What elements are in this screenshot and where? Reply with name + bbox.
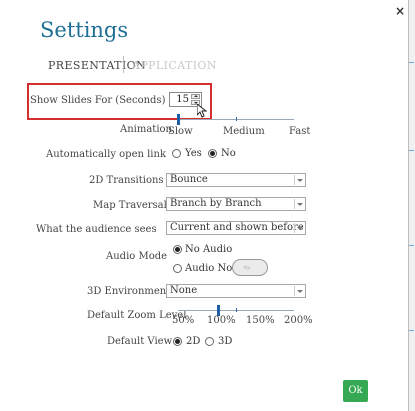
stepper-up-button[interactable] <box>191 94 200 99</box>
ok-button[interactable]: Ok <box>343 380 368 402</box>
mouse-cursor-icon <box>197 104 207 118</box>
audio-notes-toggle[interactable]: ✎ <box>232 259 268 276</box>
close-icon[interactable]: × <box>395 4 405 18</box>
map-traversal-label: Map Traversal <box>93 200 167 211</box>
frame-divider <box>409 245 414 246</box>
chevron-down-icon <box>294 286 304 296</box>
show-slides-label: Show Slides For (Seconds) <box>30 95 166 106</box>
audience-sees-select[interactable]: Current and shown before <box>166 221 306 235</box>
view-2d-radio[interactable] <box>173 337 182 346</box>
tab-divider <box>123 56 124 73</box>
animation-slider-tick <box>236 117 237 121</box>
transitions-2d-label: 2D Transitions <box>89 175 164 186</box>
animation-medium-label: Medium <box>223 126 265 137</box>
map-traversal-value: Branch by Branch <box>170 198 262 209</box>
transitions-2d-select[interactable]: Bounce <box>166 173 306 187</box>
animation-fast-label: Fast <box>289 126 311 137</box>
view-3d-label[interactable]: 3D <box>218 336 232 347</box>
animation-slow-label: Slow <box>168 126 193 137</box>
tab-application[interactable]: APPLICATION <box>132 59 217 72</box>
open-link-yes-label[interactable]: Yes <box>185 148 202 159</box>
audio-none-label[interactable]: No Audio <box>185 244 232 255</box>
show-slides-value[interactable]: 15 <box>176 94 189 105</box>
pencil-icon: ✎ <box>242 262 254 276</box>
open-link-yes-radio[interactable] <box>172 149 181 158</box>
audio-notes-radio[interactable] <box>173 264 182 273</box>
frame-divider <box>409 330 414 331</box>
chevron-down-icon <box>294 199 304 209</box>
open-link-no-radio[interactable] <box>208 149 217 158</box>
zoom-200-label: 200% <box>284 315 313 326</box>
environment-3d-select[interactable]: None <box>166 284 306 298</box>
audience-sees-label: What the audience sees <box>36 224 157 235</box>
audio-mode-label: Audio Mode <box>106 251 168 262</box>
audience-sees-value: Current and shown before <box>170 222 304 233</box>
view-3d-radio[interactable] <box>205 337 214 346</box>
frame-divider <box>409 62 414 63</box>
open-link-label: Automatically open link <box>46 149 167 160</box>
environment-3d-value: None <box>170 285 198 296</box>
open-link-no-label[interactable]: No <box>221 148 236 159</box>
view-2d-label[interactable]: 2D <box>186 336 200 347</box>
animation-slider-thumb[interactable] <box>177 114 180 125</box>
settings-dialog: × Settings PRESENTATION APPLICATION Show… <box>0 0 409 411</box>
zoom-150-label: 150% <box>246 315 275 326</box>
zoom-100-label: 100% <box>207 315 236 326</box>
frame-divider <box>409 150 414 151</box>
animation-label: Animation <box>120 124 172 135</box>
zoom-50-label: 50% <box>172 315 195 326</box>
dialog-title: Settings <box>40 18 129 42</box>
chevron-down-icon <box>294 223 304 233</box>
zoom-slider-tick <box>236 308 237 312</box>
audio-none-radio[interactable] <box>173 245 182 254</box>
transitions-2d-value: Bounce <box>170 174 208 185</box>
chevron-down-icon <box>294 175 304 185</box>
default-view-label: Default View <box>107 336 173 347</box>
environment-3d-label: 3D Environment <box>87 286 171 297</box>
map-traversal-select[interactable]: Branch by Branch <box>166 197 306 211</box>
window-frame <box>408 0 415 411</box>
